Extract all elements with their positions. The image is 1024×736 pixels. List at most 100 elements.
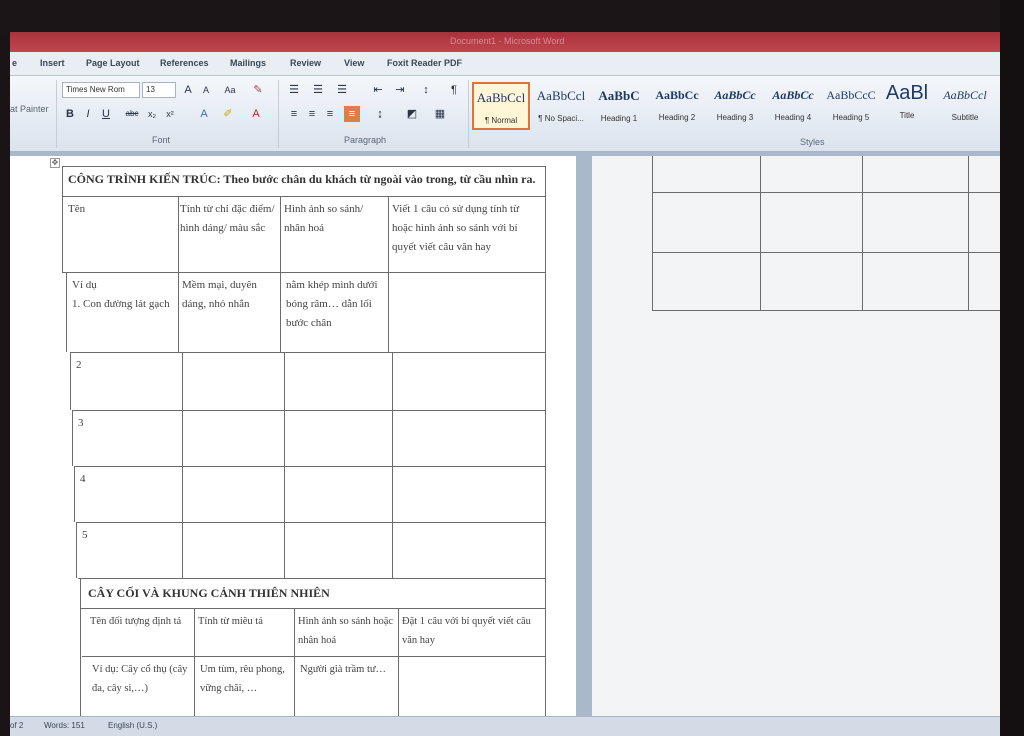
style-heading-3[interactable]: AaBbCc Heading 3 — [706, 82, 764, 130]
title-bar: Document1 - Microsoft Word — [10, 32, 1000, 52]
table-cell[interactable]: Um tùm, rêu phong, vững chãi, … — [200, 660, 292, 698]
ribbon-separator — [56, 80, 57, 148]
table-cell[interactable]: Người già trầm tư… — [300, 660, 396, 679]
tab-foxit-reader-pdf[interactable]: Foxit Reader PDF — [387, 58, 462, 68]
style-name: Subtitle — [951, 113, 979, 122]
multilevel-list-icon[interactable]: ☰ — [334, 82, 350, 98]
table-row-number[interactable]: 2 — [76, 356, 82, 375]
font-color-icon[interactable]: A — [248, 106, 264, 122]
tab-home[interactable]: e — [12, 58, 17, 68]
decrease-indent-icon[interactable]: ⇤ — [370, 82, 386, 98]
table-cell[interactable]: Mềm mại, duyên dáng, nhỏ nhắn — [182, 276, 278, 314]
clear-formatting-icon[interactable]: ✎ — [250, 82, 266, 98]
tab-review[interactable]: Review — [290, 58, 321, 68]
table-header-cell[interactable]: Hình ảnh so sánh/ nhân hoá — [284, 200, 384, 238]
style-preview: AaBbCc — [714, 88, 756, 102]
align-right-icon[interactable]: ≡ — [322, 106, 338, 122]
tab-page-layout[interactable]: Page Layout — [86, 58, 140, 68]
style-name: Heading 5 — [832, 113, 870, 122]
table-border — [62, 166, 63, 272]
tab-mailings[interactable]: Mailings — [230, 58, 266, 68]
shrink-font-icon[interactable]: A — [198, 82, 214, 98]
table-border — [545, 166, 546, 716]
style-normal[interactable]: AaBbCcl ¶ Normal — [472, 82, 530, 130]
table-border — [70, 352, 546, 353]
monitor-bezel-top — [0, 0, 1024, 34]
style-name: Heading 4 — [774, 113, 812, 122]
table-border — [72, 410, 73, 466]
font-size-combo[interactable]: 13 — [142, 82, 176, 98]
increase-indent-icon[interactable]: ⇥ — [392, 82, 408, 98]
table-cell[interactable]: Ví dụ 1. Con đường lát gạch — [72, 276, 176, 314]
justify-icon[interactable]: ≡ — [344, 106, 360, 122]
tab-view[interactable]: View — [344, 58, 364, 68]
status-bar: of 2 Words: 151 English (U.S.) — [10, 716, 1000, 736]
strikethrough-icon[interactable]: abc — [124, 106, 140, 122]
table-cell[interactable]: Ví dụ: Cây cổ thụ (cây đa, cây si,…) — [92, 660, 192, 698]
italic-icon[interactable]: I — [80, 106, 96, 122]
align-center-icon[interactable]: ≡ — [304, 106, 320, 122]
subscript-icon[interactable]: x₂ — [144, 106, 160, 122]
window-title: Document1 - Microsoft Word — [450, 36, 565, 46]
word-count[interactable]: Words: 151 — [44, 721, 85, 730]
table-border — [72, 410, 546, 411]
page-count[interactable]: of 2 — [10, 721, 23, 730]
document-area: ✥ CÔNG TRÌNH KIẾN TRÚC: Theo bước chân d… — [10, 152, 1000, 716]
style-heading-5[interactable]: AaBbCcC Heading 5 — [822, 82, 880, 130]
table-move-handle-icon[interactable]: ✥ — [50, 158, 60, 168]
style-heading-1[interactable]: AaBbC Heading 1 — [590, 82, 648, 130]
section-title-architecture[interactable]: CÔNG TRÌNH KIẾN TRÚC: Theo bước chân du … — [68, 170, 544, 189]
align-left-icon[interactable]: ≡ — [286, 106, 302, 122]
change-case-icon[interactable]: Aa — [222, 82, 238, 98]
table-header-cell[interactable]: Hình ảnh so sánh hoặc nhân hoá — [298, 612, 396, 650]
word-window: Document1 - Microsoft Word e Insert Page… — [10, 32, 1000, 736]
document-page-2[interactable] — [592, 156, 1000, 716]
table-header-cell[interactable]: Viết 1 câu có sử dụng tính từ hoặc hình … — [392, 200, 542, 257]
format-painter-label[interactable]: at Painter — [10, 104, 49, 114]
table-border — [284, 352, 285, 578]
style-name: Title — [899, 111, 915, 120]
section-title-nature[interactable]: CÂY CỐI VÀ KHUNG CẢNH THIÊN NHIÊN — [88, 584, 544, 603]
bold-icon[interactable]: B — [62, 106, 78, 122]
style-no-spacing[interactable]: AaBbCcl ¶ No Spaci... — [532, 82, 590, 130]
shading-icon[interactable]: ◩ — [404, 106, 420, 122]
tab-insert[interactable]: Insert — [40, 58, 65, 68]
grow-font-icon[interactable]: A — [180, 82, 196, 98]
table-border — [398, 608, 399, 716]
table-header-cell[interactable]: Tên đối tượng định tả — [90, 612, 192, 631]
table-header-cell[interactable]: Tên — [68, 200, 174, 219]
bullets-icon[interactable]: ☰ — [286, 82, 302, 98]
text-effects-icon[interactable]: A — [196, 106, 212, 122]
style-heading-2[interactable]: AaBbCc Heading 2 — [648, 82, 706, 130]
style-title[interactable]: AaBl Title — [878, 82, 936, 130]
style-preview: AaBbCc — [772, 88, 814, 102]
table-header-cell[interactable]: Tính từ miêu tả — [198, 612, 292, 631]
table-border — [388, 196, 389, 352]
style-preview: AaBl — [885, 82, 929, 104]
superscript-icon[interactable]: x² — [162, 106, 178, 122]
table-row-number[interactable]: 4 — [80, 470, 86, 489]
borders-icon[interactable]: ▦ — [432, 106, 448, 122]
tab-references[interactable]: References — [160, 58, 209, 68]
underline-icon[interactable]: U — [98, 106, 114, 122]
table-row-number[interactable]: 3 — [78, 414, 84, 433]
highlight-icon[interactable]: ✐ — [220, 106, 236, 122]
line-spacing-icon[interactable]: ↨ — [372, 106, 388, 122]
table-header-cell[interactable]: Đặt 1 câu với bí quyết viết câu văn hay — [402, 612, 544, 650]
style-name: ¶ No Spaci... — [538, 114, 584, 123]
table-border — [76, 522, 77, 578]
table-border — [62, 166, 546, 167]
language-indicator[interactable]: English (U.S.) — [108, 721, 157, 730]
sort-icon[interactable]: ↕ — [418, 82, 434, 98]
show-formatting-icon[interactable]: ¶ — [446, 82, 462, 98]
font-name-combo[interactable]: Times New Rom — [62, 82, 140, 98]
table-border — [78, 578, 546, 579]
style-heading-4[interactable]: AaBbCc Heading 4 — [764, 82, 822, 130]
ribbon-tabs: e Insert Page Layout References Mailings… — [10, 52, 1000, 76]
numbering-icon[interactable]: ☰ — [310, 82, 326, 98]
table-header-cell[interactable]: Tính từ chỉ đặc điểm/ hình dáng/ màu sắc — [180, 200, 276, 238]
style-subtitle[interactable]: AaBbCcl Subtitle — [936, 82, 994, 130]
table-row-number[interactable]: 5 — [82, 526, 88, 545]
table-cell[interactable]: nằm khép mình dưới bóng râm… dẫn lối bướ… — [286, 276, 386, 333]
document-page[interactable]: ✥ CÔNG TRÌNH KIẾN TRÚC: Theo bước chân d… — [10, 156, 576, 716]
